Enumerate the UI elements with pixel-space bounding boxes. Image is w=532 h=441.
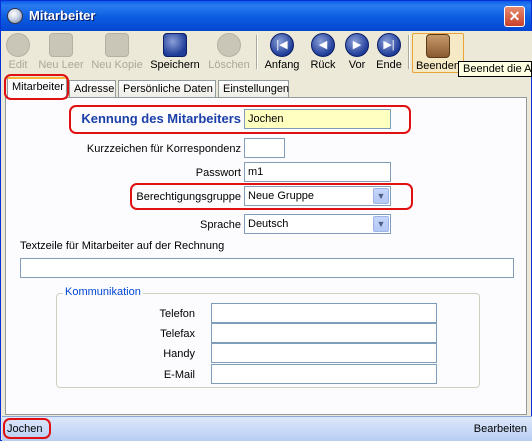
new-copy-icon [105,33,129,57]
save-button[interactable]: Speichern [148,33,202,73]
status-mode: Bearbeiten [473,423,527,435]
previous-record-button-label: Rück [310,59,336,71]
save-icon [163,33,187,57]
passwort-field[interactable]: m1 [244,162,391,182]
exit-door-icon [426,34,450,58]
exit-button[interactable]: Beenden [412,33,464,73]
close-button[interactable]: ✕ [504,6,525,27]
edit-icon [6,33,30,57]
textzeile-field[interactable] [20,258,514,278]
exit-button-label: Beenden [415,60,461,72]
first-record-icon: |◀ [270,33,294,57]
first-record-button[interactable]: |◀ Anfang [262,33,302,73]
tab-adresse[interactable]: Adresse [69,80,116,98]
chevron-down-icon[interactable]: ▼ [373,216,389,232]
next-record-button[interactable]: ▶ Vor [342,33,372,73]
kennung-label: Kennung des Mitarbeiters [81,111,241,126]
handy-field[interactable] [211,343,437,363]
last-record-icon: ▶| [377,33,401,57]
edit-button[interactable]: Edit [4,33,32,73]
edit-button-label: Edit [8,59,28,71]
tab-persoenliche-daten[interactable]: Persönliche Daten [118,80,216,98]
highlight-status-user [3,418,51,439]
next-record-button-label: Vor [348,59,366,71]
handy-label: Handy [163,348,195,360]
trash-icon [217,33,241,57]
telefax-label: Telefax [160,328,195,340]
delete-button[interactable]: Löschen [206,33,252,73]
toolbar-separator [408,35,410,69]
last-record-button-label: Ende [376,59,402,71]
chevron-down-icon[interactable]: ▼ [373,188,389,204]
title-bar: Mitarbeiter ✕ [1,1,531,31]
new-copy-button[interactable]: Neu Kopie [90,33,144,73]
telefon-label: Telefon [159,308,195,320]
app-icon [7,8,23,24]
berechtigungsgruppe-label: Berechtigungsgruppe [136,191,241,203]
new-copy-button-label: Neu Kopie [91,59,143,71]
berechtigungsgruppe-select[interactable]: Neue Gruppe ▼ [244,186,391,206]
delete-button-label: Löschen [208,59,250,71]
sprache-select[interactable]: Deutsch ▼ [244,214,391,234]
sprache-value: Deutsch [248,218,289,230]
tooltip: Beendet die Ar [458,61,532,77]
toolbar: Edit Neu Leer Neu Kopie Speichern Lösche… [2,31,532,75]
next-record-icon: ▶ [345,33,369,57]
kennung-field[interactable]: Jochen [244,109,391,129]
first-record-button-label: Anfang [264,59,300,71]
telefon-field[interactable] [211,303,437,323]
telefax-field[interactable] [211,323,437,343]
kommunikation-title: Kommunikation [63,286,143,298]
kurzzeichen-label: Kurzzeichen für Korrespondenz [86,143,241,155]
tab-einstellungen[interactable]: Einstellungen [218,80,289,98]
last-record-button[interactable]: ▶| Ende [374,33,404,73]
email-label: E-Mail [163,369,195,381]
previous-record-icon: ◀ [311,33,335,57]
new-blank-icon [49,33,73,57]
kurzzeichen-field[interactable] [244,138,285,158]
textzeile-label: Textzeile für Mitarbeiter auf der Rechnu… [20,240,225,252]
sprache-label: Sprache [200,219,241,231]
passwort-label: Passwort [195,167,241,179]
email-field[interactable] [211,364,437,384]
highlight-tab-mitarbeiter [4,74,69,100]
toolbar-separator [256,35,258,69]
previous-record-button[interactable]: ◀ Rück [306,33,340,73]
new-blank-button[interactable]: Neu Leer [36,33,86,73]
berechtigungsgruppe-value: Neue Gruppe [248,190,315,202]
save-button-label: Speichern [150,59,200,71]
window-title: Mitarbeiter [29,8,96,23]
mitarbeiter-window: Mitarbeiter ✕ Edit Neu Leer Neu Kopie Sp… [0,0,532,441]
status-bar: Jochen Bearbeiten [2,416,532,441]
new-blank-button-label: Neu Leer [38,59,84,71]
